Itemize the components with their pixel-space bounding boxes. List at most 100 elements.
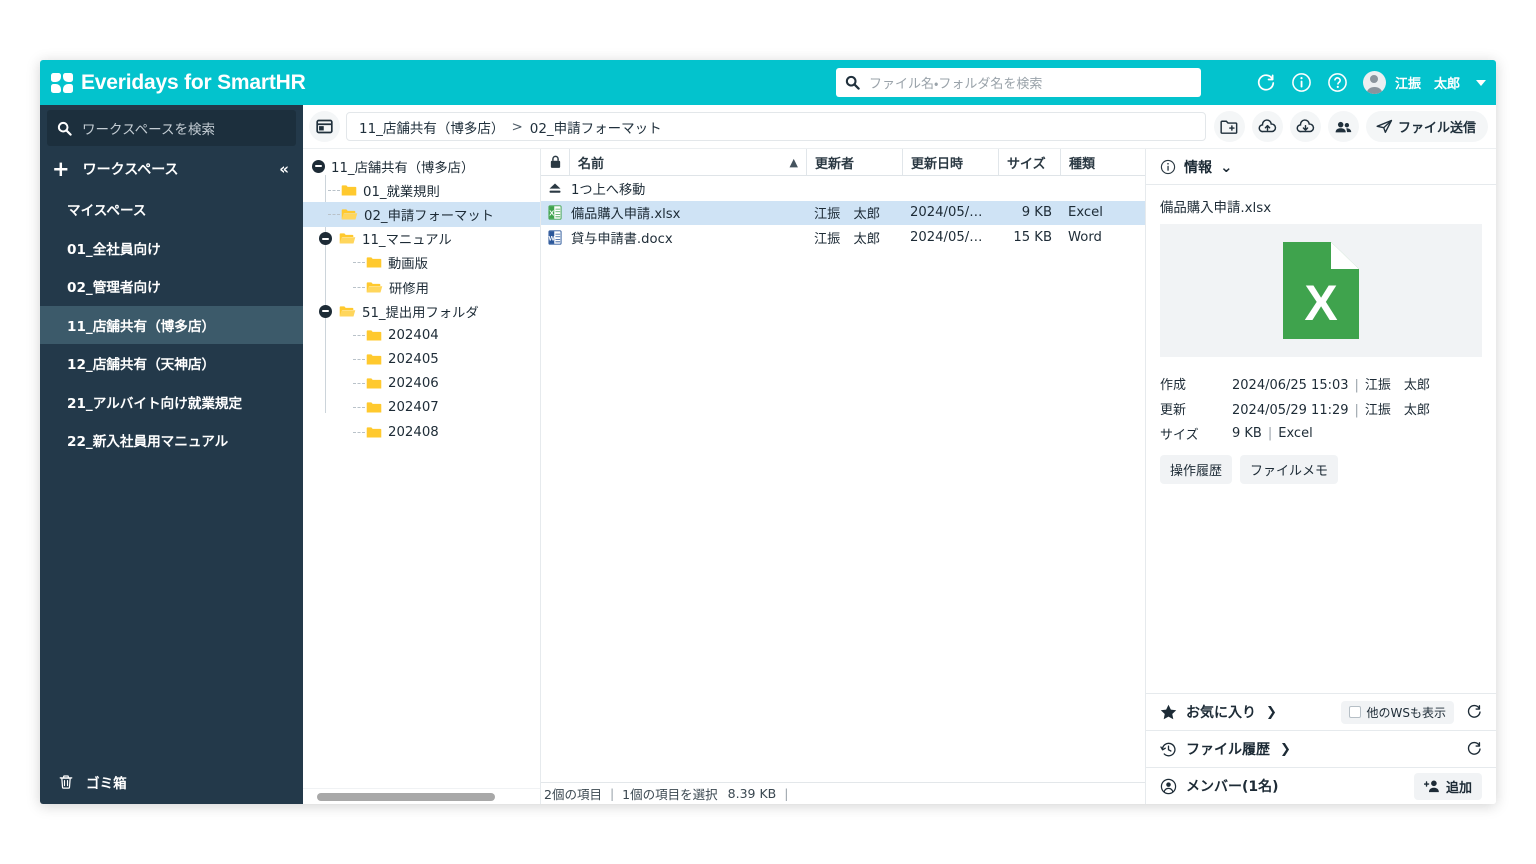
sidebar-item-store-hakata[interactable]: 11_店舗共有（博多店） xyxy=(40,306,303,345)
metadata-filetype: Excel xyxy=(1278,426,1312,441)
tree-elbow xyxy=(351,335,366,336)
show-other-ws-toggle[interactable]: 他のWSも表示 xyxy=(1341,701,1454,724)
refresh-icon[interactable] xyxy=(1255,72,1277,94)
column-header-updated[interactable]: 更新日時 xyxy=(902,149,998,175)
tree-node-202408[interactable]: 202408 xyxy=(303,420,540,444)
column-header-type[interactable]: 種類 xyxy=(1060,149,1145,175)
send-file-button[interactable]: ファイル送信 xyxy=(1366,111,1488,142)
breadcrumb-segment-root[interactable]: 11_店舗共有（博多店） xyxy=(359,117,504,137)
global-search-placeholder: ファイル名・フォルダ名を検索 xyxy=(869,73,1042,92)
sidebar-item-label: 22_新入社員用マニュアル xyxy=(67,430,228,450)
sidebar-item-all-employees[interactable]: 01_全社員向け xyxy=(40,229,303,268)
content-panes: 11_店舗共有（博多店） 01_就業規則 xyxy=(303,149,1496,804)
tree-horizontal-scrollbar[interactable] xyxy=(303,788,540,804)
sidebar-item-trash[interactable]: ゴミ箱 xyxy=(40,760,303,804)
tree-elbow xyxy=(326,214,341,215)
chevron-down-icon[interactable]: ⌄ xyxy=(1220,158,1233,176)
tree-node-202407[interactable]: 202407 xyxy=(303,396,540,420)
avatar[interactable] xyxy=(1363,71,1386,94)
help-icon[interactable] xyxy=(1327,72,1349,94)
add-member-button[interactable]: 追加 xyxy=(1414,773,1482,800)
left-sidebar: ワークスペースを検索 + ワークスペース « マイスペース 01_全社員向け 0… xyxy=(40,105,303,804)
tree-node-label: 202407 xyxy=(388,400,439,415)
app-logo[interactable]: Everidays for SmartHR xyxy=(40,71,306,95)
tab-operation-history[interactable]: 操作履歴 xyxy=(1160,455,1232,484)
table-row[interactable]: W 貸与申請書.docx 江振 太郎 2024/05/… 15 KB Word xyxy=(541,225,1145,250)
window-view-icon[interactable] xyxy=(309,111,340,142)
go-up-row[interactable]: 1つ上へ移動 xyxy=(541,176,1145,201)
column-header-lock[interactable] xyxy=(541,149,569,175)
chevron-right-icon[interactable]: ❯ xyxy=(1266,705,1277,720)
scrollbar-thumb[interactable] xyxy=(317,793,495,801)
table-row[interactable]: X 備品購入申請.xlsx 江振 太郎 2024/05/… 9 KB Excel xyxy=(541,201,1145,226)
chevron-down-icon[interactable] xyxy=(1476,80,1486,86)
sidebar-item-label: マイスペース xyxy=(67,199,147,219)
breadcrumb[interactable]: 11_店舗共有（博多店） > 02_申請フォーマット xyxy=(346,112,1206,141)
tree-node-202404[interactable]: 202404 xyxy=(303,323,540,347)
global-search-input[interactable]: ファイル名・フォルダ名を検索 xyxy=(836,68,1201,97)
column-label: サイズ xyxy=(1007,153,1046,172)
collapse-toggle-icon[interactable] xyxy=(318,305,333,318)
section-favorites[interactable]: お気に入り ❯ 他のWSも表示 xyxy=(1146,693,1496,730)
collapse-toggle-icon[interactable] xyxy=(318,232,333,245)
tree-node-202406[interactable]: 202406 xyxy=(303,372,540,396)
chevron-right-icon[interactable]: ❯ xyxy=(1280,742,1291,757)
tree-elbow xyxy=(326,190,341,191)
tree-node-202405[interactable]: 202405 xyxy=(303,348,540,372)
file-name: 備品購入申請.xlsx xyxy=(569,201,806,226)
collapse-toggle-icon[interactable] xyxy=(311,160,326,173)
metadata-label: 作成 xyxy=(1160,374,1232,393)
sidebar-item-store-tenjin[interactable]: 12_店舗共有（天神店） xyxy=(40,344,303,383)
info-icon[interactable] xyxy=(1291,72,1313,94)
app-title: Everidays for SmartHR xyxy=(81,71,306,95)
section-favorites-label: お気に入り xyxy=(1186,702,1256,722)
new-folder-icon[interactable] xyxy=(1214,111,1245,142)
cloud-upload-icon[interactable] xyxy=(1252,111,1283,142)
sort-ascending-icon[interactable]: ▲ xyxy=(790,156,798,169)
section-file-history[interactable]: ファイル履歴 ❯ xyxy=(1146,730,1496,767)
section-members[interactable]: メンバー(1名) 追加 xyxy=(1146,767,1496,804)
tab-file-memo[interactable]: ファイルメモ xyxy=(1240,455,1338,484)
folder-open-icon xyxy=(339,305,356,318)
top-header-bar: Everidays for SmartHR ファイル名・フォルダ名を検索 xyxy=(40,60,1496,105)
sidebar-item-newhire-manual[interactable]: 22_新入社員用マニュアル xyxy=(40,421,303,460)
tree-node-work-rules[interactable]: 01_就業規則 xyxy=(303,178,540,202)
folder-open-icon xyxy=(339,232,356,245)
members-icon[interactable] xyxy=(1328,111,1359,142)
main-content: 11_店舗共有（博多店） > 02_申請フォーマット xyxy=(303,105,1496,804)
file-updated: 2024/05/… xyxy=(902,225,998,250)
tree-node-video-version[interactable]: 動画版 xyxy=(303,251,540,275)
collapse-sidebar-button[interactable]: « xyxy=(279,160,289,178)
column-header-size[interactable]: サイズ xyxy=(998,149,1060,175)
cloud-download-icon[interactable] xyxy=(1290,111,1321,142)
file-list-body: 1つ上へ移動 X xyxy=(541,176,1145,782)
sidebar-item-administrators[interactable]: 02_管理者向け xyxy=(40,267,303,306)
breadcrumb-segment-current[interactable]: 02_申請フォーマット xyxy=(530,117,662,137)
tree-node-label: 11_店舗共有（博多店） xyxy=(331,157,474,176)
refresh-icon[interactable] xyxy=(1466,741,1482,757)
status-selection: 1個の項目を選択 xyxy=(622,784,717,803)
tree-node-application-format[interactable]: 02_申請フォーマット xyxy=(303,202,540,226)
metadata-value: 9 KB|Excel xyxy=(1232,426,1313,441)
sidebar-item-myspace[interactable]: マイスペース xyxy=(40,190,303,229)
sidebar-item-parttime-rules[interactable]: 21_アルバイト向け就業規定 xyxy=(40,383,303,422)
send-file-label: ファイル送信 xyxy=(1398,117,1476,136)
sidebar-item-label: 11_店舗共有（博多店） xyxy=(67,315,215,335)
tree-node-root[interactable]: 11_店舗共有（博多店） xyxy=(303,154,540,178)
workspace-section-header: + ワークスペース « xyxy=(40,148,303,190)
refresh-icon[interactable] xyxy=(1466,704,1482,720)
workspace-search-input[interactable]: ワークスペースを検索 xyxy=(47,110,296,146)
info-panel-header[interactable]: 情報 ⌄ xyxy=(1146,149,1496,185)
checkbox-icon[interactable] xyxy=(1349,706,1361,718)
tree-node-label: 動画版 xyxy=(388,253,428,272)
metadata-filesize: 9 KB xyxy=(1232,426,1262,441)
sidebar-trash-label: ゴミ箱 xyxy=(86,772,127,792)
status-item-count: 2個の項目 xyxy=(544,784,602,803)
tree-node-training[interactable]: 研修用 xyxy=(303,275,540,299)
tree-node-submission-folder[interactable]: 51_提出用フォルダ xyxy=(303,299,540,323)
tree-node-manual[interactable]: 11_マニュアル xyxy=(303,227,540,251)
word-icon: W xyxy=(541,225,569,250)
add-workspace-button[interactable]: + xyxy=(52,159,70,180)
column-header-name[interactable]: 名前 ▲ xyxy=(569,149,806,175)
column-header-updater[interactable]: 更新者 xyxy=(806,149,902,175)
